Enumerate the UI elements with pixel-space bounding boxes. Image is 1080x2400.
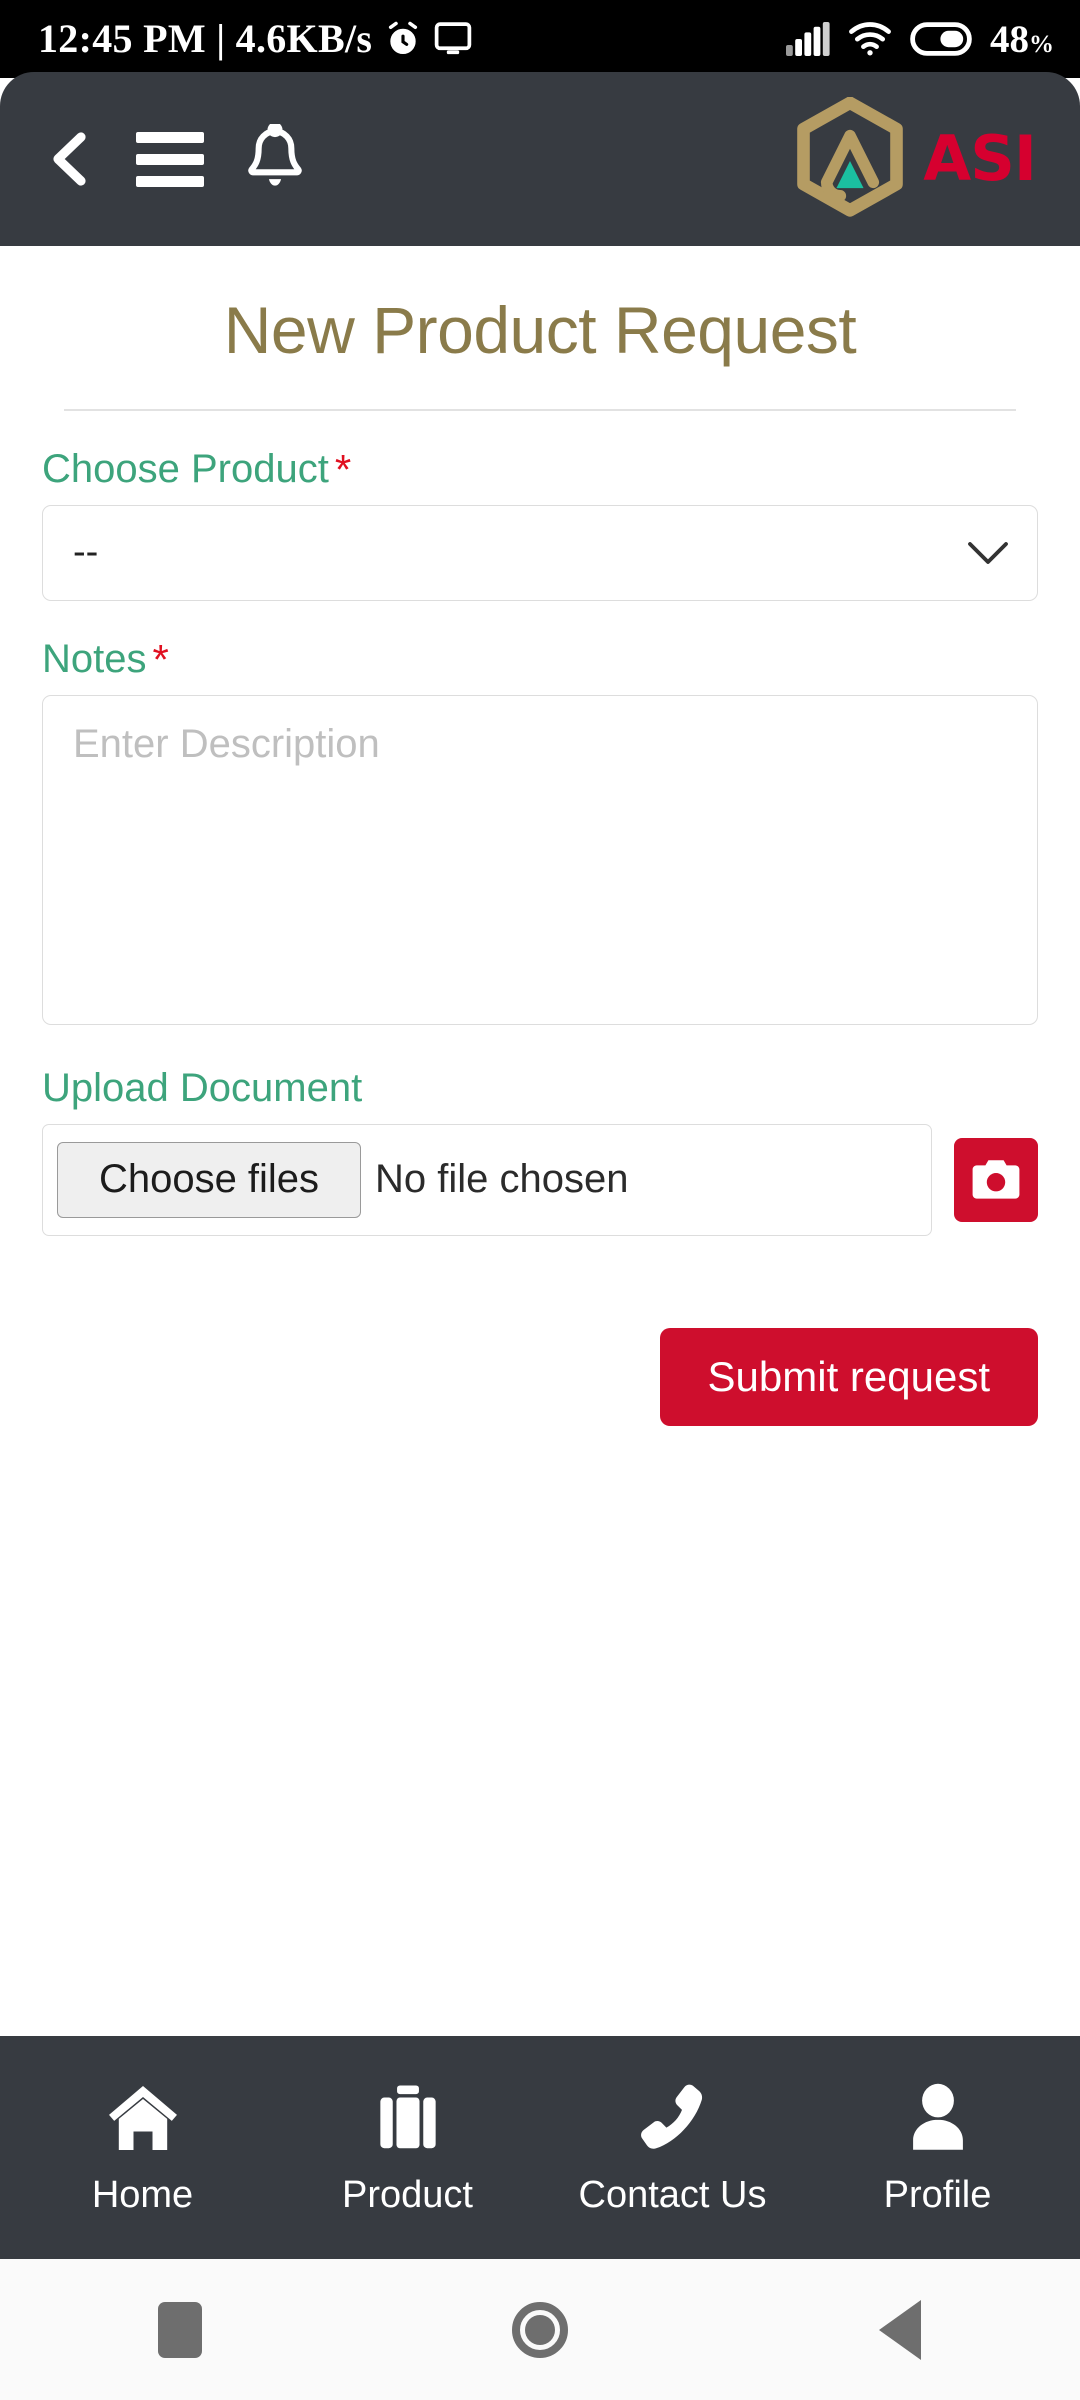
choose-product-selected-value: -- [73, 531, 99, 574]
notes-label-text: Notes [42, 636, 147, 681]
phone-icon [640, 2084, 702, 2149]
hamburger-menu-icon-bar2 [136, 153, 204, 165]
alarm-icon [389, 21, 418, 55]
clock-text: 12:45 PM [38, 16, 206, 61]
file-status-text: No file chosen [375, 1157, 629, 1202]
header-left-controls [44, 124, 306, 194]
file-input[interactable]: Choose files No file chosen [42, 1123, 932, 1236]
menu-button[interactable] [136, 131, 204, 187]
choose-product-required-mark: * [334, 445, 352, 493]
notes-textarea[interactable] [42, 694, 1038, 1025]
title-divider [64, 408, 1016, 411]
nav-item-product[interactable]: Product [275, 2082, 540, 2214]
nav-item-profile[interactable]: Profile [805, 2082, 1070, 2214]
choose-product-label: Choose Product * [42, 445, 1038, 493]
home-circle-icon [511, 2301, 568, 2358]
hamburger-menu-icon-bar3 [136, 175, 204, 187]
wifi-icon [849, 22, 891, 56]
choose-product-select-wrapper: -- [42, 504, 1038, 601]
battery-percent: 48% [990, 20, 1054, 59]
android-navigation-bar [0, 2259, 1080, 2400]
android-home-button[interactable] [362, 2301, 718, 2358]
cellular-signal-icon [786, 22, 830, 56]
battery-icon [910, 22, 972, 56]
brand-logo: ASI [791, 97, 1037, 221]
nav-label-product: Product [342, 2173, 473, 2216]
upload-document-label-text: Upload Document [42, 1065, 363, 1110]
page-title: New Product Request [223, 293, 857, 367]
phone-screen: 12:45 PM | 4.6KB/s 48% ASI New Product R… [0, 0, 1080, 2400]
android-recents-button[interactable] [2, 2301, 358, 2358]
notes-label: Notes * [42, 635, 1038, 683]
cast-screen-icon [434, 22, 472, 55]
battery-percent-value: 48 [990, 17, 1029, 61]
home-icon [108, 2085, 177, 2150]
notes-required-mark: * [152, 635, 169, 683]
status-bar-left: 12:45 PM | 4.6KB/s [38, 19, 472, 59]
back-triangle-icon [878, 2299, 921, 2360]
recents-square-icon [157, 2301, 202, 2358]
field-notes: Notes * [42, 635, 1038, 1030]
field-upload-document: Upload Document Choose files No file cho… [42, 1064, 1038, 1236]
upload-document-label: Upload Document [42, 1064, 1038, 1112]
brand-text: ASI [923, 122, 1037, 195]
status-bar: 12:45 PM | 4.6KB/s 48% [0, 0, 1080, 78]
person-icon [912, 2083, 963, 2150]
choose-product-label-text: Choose Product [42, 446, 329, 491]
notifications-button[interactable] [244, 124, 306, 194]
submit-request-button[interactable]: Submit request [659, 1327, 1038, 1426]
status-separator: | [216, 16, 226, 61]
android-back-button[interactable] [722, 2299, 1078, 2360]
network-speed-text: 4.6KB/s [235, 16, 373, 61]
status-bar-right: 48% [786, 20, 1054, 59]
bottom-navigation: Home Product Contact Us Profile [0, 2036, 1080, 2259]
app-header: ASI [0, 72, 1080, 246]
camera-capture-button[interactable] [954, 1137, 1038, 1222]
notification-bell-icon [248, 124, 302, 186]
choose-product-select[interactable]: -- [42, 504, 1038, 601]
page-content: New Product Request Choose Product * -- … [0, 246, 1080, 2046]
briefcase-icon [379, 2084, 436, 2148]
status-time: 12:45 PM | 4.6KB/s [38, 19, 372, 59]
nav-label-contact-us: Contact Us [578, 2173, 767, 2216]
nav-label-profile: Profile [883, 2173, 992, 2216]
nav-item-contact-us[interactable]: Contact Us [540, 2082, 805, 2214]
choose-files-button[interactable]: Choose files [57, 1141, 361, 1218]
battery-percent-unit: % [1029, 30, 1054, 58]
asi-hexagon-logo-icon [797, 97, 904, 217]
hamburger-menu-icon [136, 131, 204, 143]
back-chevron-icon [53, 132, 86, 186]
field-choose-product: Choose Product * -- [42, 445, 1038, 601]
submit-row: Submit request [42, 1327, 1038, 1426]
camera-icon [972, 1159, 1020, 1199]
nav-label-home: Home [91, 2173, 194, 2216]
nav-item-home[interactable]: Home [10, 2082, 275, 2214]
upload-row: Choose files No file chosen [42, 1123, 1038, 1236]
back-button[interactable] [44, 128, 96, 190]
